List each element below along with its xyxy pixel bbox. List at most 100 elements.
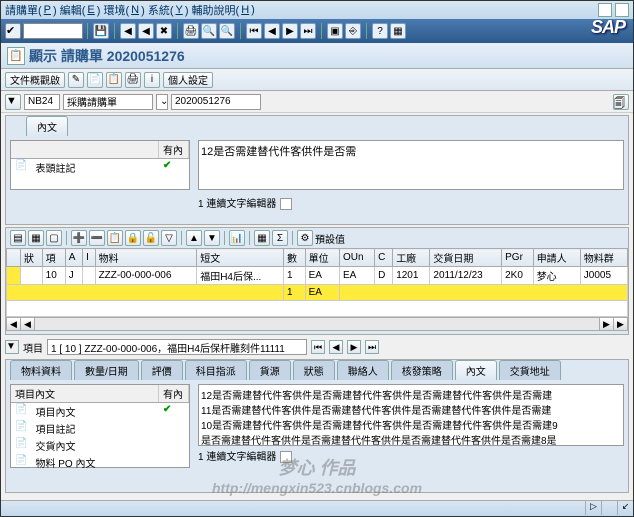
item-label: 項目 xyxy=(23,340,43,355)
header-text-area[interactable]: 12是否需建替代件客供件是否需 xyxy=(198,140,624,190)
detail-icon[interactable]: ▤ xyxy=(10,230,26,246)
header-row: ▼ NB24 採購請購單 ⌄ 2020051276 🗐 xyxy=(1,91,633,113)
deselect-icon[interactable]: ▢ xyxy=(46,230,62,246)
window-min-icon[interactable] xyxy=(598,3,612,17)
item-toggle-icon[interactable]: ▼ xyxy=(5,340,19,354)
list-item[interactable]: 📄項目註記 xyxy=(11,420,189,437)
list-item[interactable]: 📄項目內文✔ xyxy=(11,403,189,420)
next-page-icon[interactable]: ▶ xyxy=(282,23,298,39)
shortcut-icon[interactable]: ⎆ xyxy=(345,23,361,39)
sap-window: 請購單(P ) 編輯(E ) 環境(N ) 系統(Y ) 輔助說明(H ) ✔ … xyxy=(0,0,634,517)
del-row-icon[interactable]: ➖ xyxy=(89,230,105,246)
help-icon[interactable]: ? xyxy=(372,23,388,39)
ins-row-icon[interactable]: ➕ xyxy=(71,230,87,246)
personal-settings-button[interactable]: 個人設定 xyxy=(163,72,213,88)
find-next-icon[interactable]: 🔍 xyxy=(219,23,235,39)
filter-icon[interactable]: ▽ xyxy=(161,230,177,246)
first-page-icon[interactable]: ⏮ xyxy=(246,23,262,39)
document-icon: 📄 xyxy=(11,420,31,437)
check-icon[interactable]: 🖨 xyxy=(125,72,141,88)
back-icon[interactable]: ◀ xyxy=(120,23,136,39)
list-item[interactable]: 📄物料 PO 內文 xyxy=(11,454,189,471)
tab-item-text[interactable]: 內文 xyxy=(455,360,497,380)
sigma-icon[interactable]: Σ xyxy=(272,230,288,246)
item-last-icon[interactable]: ⏭ xyxy=(365,340,379,354)
find-icon[interactable]: 🔍 xyxy=(201,23,217,39)
item-text-area[interactable]: 12是否需建替代件客供件是否需建替代件客供件是否需建替代件客供件是否需建 11是… xyxy=(198,384,624,446)
unlock-icon[interactable]: 🔓 xyxy=(143,230,159,246)
layout-icon[interactable]: ▦ xyxy=(390,23,406,39)
tab-status[interactable]: 狀態 xyxy=(293,360,335,380)
save-icon[interactable]: 💾 xyxy=(93,23,109,39)
ok-code-button[interactable]: ✔ xyxy=(5,23,21,39)
doc-number[interactable]: 2020051276 xyxy=(171,94,261,110)
print-icon[interactable]: 🖨 xyxy=(183,23,199,39)
xl-icon[interactable]: 📊 xyxy=(229,230,245,246)
other-pr-icon[interactable]: 📄 xyxy=(87,72,103,88)
sum-row: 1 EA xyxy=(7,285,628,301)
menu-sys[interactable]: ) 系統( xyxy=(141,2,173,18)
table-row[interactable] xyxy=(7,301,628,317)
text-type-list[interactable]: 有內 📄 表頭註記 ✔ xyxy=(10,140,190,190)
info-button[interactable]: i xyxy=(144,72,160,88)
tab-valuation[interactable]: 評價 xyxy=(141,360,183,380)
header-toggle-icon[interactable]: ▼ xyxy=(5,94,21,110)
status-server-icon[interactable]: ↙ xyxy=(617,501,633,515)
statusbar: ▷ ↙ xyxy=(1,500,633,516)
tab-deliv-addr[interactable]: 交貨地址 xyxy=(499,360,561,380)
document-icon: 📄 xyxy=(11,159,31,176)
refresh-icon[interactable]: 🗐 xyxy=(613,94,629,110)
sort-asc-icon[interactable]: ▲ xyxy=(186,230,202,246)
tab-header-text[interactable]: 內文 xyxy=(26,116,68,136)
title-icon: 📋 xyxy=(7,47,25,65)
sort-desc-icon[interactable]: ▼ xyxy=(204,230,220,246)
item-first-icon[interactable]: ⏮ xyxy=(311,340,325,354)
default-icon[interactable]: ⚙ xyxy=(297,230,313,246)
editor-dropdown-icon[interactable] xyxy=(280,451,292,463)
doc-type-help[interactable]: ⌄ xyxy=(156,94,168,110)
menu-env[interactable]: ) 環境( xyxy=(97,2,129,18)
editor-dropdown-icon[interactable] xyxy=(280,198,292,210)
cancel-icon[interactable]: ✖ xyxy=(156,23,172,39)
new-session-icon[interactable]: ▣ xyxy=(327,23,343,39)
select-all-icon[interactable]: ▦ xyxy=(28,230,44,246)
doc-type-text[interactable]: 採購請購單 xyxy=(63,94,153,110)
menu-edit[interactable]: ) 編輯( xyxy=(53,2,85,18)
item-text-type-list[interactable]: 項目內文 有內 📄項目內文✔ 📄項目註記 📄交貨內文 📄物料 PO 內文 xyxy=(10,384,190,468)
items-grid[interactable]: 狀 項 A I 物料 短文 數 單位 OUn C 工廠 交貨日期 PGr 申請人… xyxy=(6,248,628,317)
list-item[interactable]: 📄交貨內文 xyxy=(11,437,189,454)
menu-help[interactable]: ) 輔助說明( xyxy=(185,2,239,18)
h-scrollbar[interactable]: ◀◀▶▶ xyxy=(6,317,628,331)
ok-code-input[interactable] xyxy=(23,23,83,39)
item-next-icon[interactable]: ▶ xyxy=(347,340,361,354)
item-select-dropdown[interactable]: 1 [ 10 ] ZZZ-00-000-006，福田H4后保杆雕刻件11111 xyxy=(47,339,307,355)
page-title-bar: 📋 顯示 請購單 2020051276 xyxy=(1,43,633,69)
status-icon[interactable]: ▷ xyxy=(585,501,601,515)
list-item[interactable]: 📄 表頭註記 ✔ xyxy=(11,159,189,176)
item-prev-icon[interactable]: ◀ xyxy=(329,340,343,354)
change-icon[interactable]: ✎ xyxy=(68,72,84,88)
tab-contact[interactable]: 聯絡人 xyxy=(337,360,389,380)
default-label[interactable]: 預設值 xyxy=(315,231,345,246)
check-icon: ✔ xyxy=(159,403,189,420)
window-close-icon[interactable] xyxy=(615,3,629,17)
copy-row-icon[interactable]: 📋 xyxy=(107,230,123,246)
last-page-icon[interactable]: ⏭ xyxy=(300,23,316,39)
menu-pr[interactable]: 請購單( xyxy=(5,2,42,18)
tab-source[interactable]: 貨源 xyxy=(249,360,291,380)
hold-icon[interactable]: 📋 xyxy=(106,72,122,88)
editor-mode: 1 連續文字編輯器 xyxy=(198,195,624,210)
table-row[interactable]: 10 J ZZZ-00-000-006 福田H4后保... 1 EA EA D … xyxy=(7,267,628,285)
status-session-icon[interactable] xyxy=(601,501,617,515)
exit-icon[interactable]: ◀ xyxy=(138,23,154,39)
prev-page-icon[interactable]: ◀ xyxy=(264,23,280,39)
document-icon: 📄 xyxy=(11,454,31,471)
doc-type-code[interactable]: NB24 xyxy=(24,94,60,110)
lock-icon[interactable]: 🔒 xyxy=(125,230,141,246)
tab-release[interactable]: 核發策略 xyxy=(391,360,453,380)
tab-acct-assign[interactable]: 科目指派 xyxy=(185,360,247,380)
tab-qty-date[interactable]: 數量/日期 xyxy=(74,360,139,380)
doc-overview-button[interactable]: 文件概觀啟 xyxy=(5,72,65,88)
layout-grid-icon[interactable]: ▦ xyxy=(254,230,270,246)
tab-material[interactable]: 物料資料 xyxy=(10,360,72,380)
